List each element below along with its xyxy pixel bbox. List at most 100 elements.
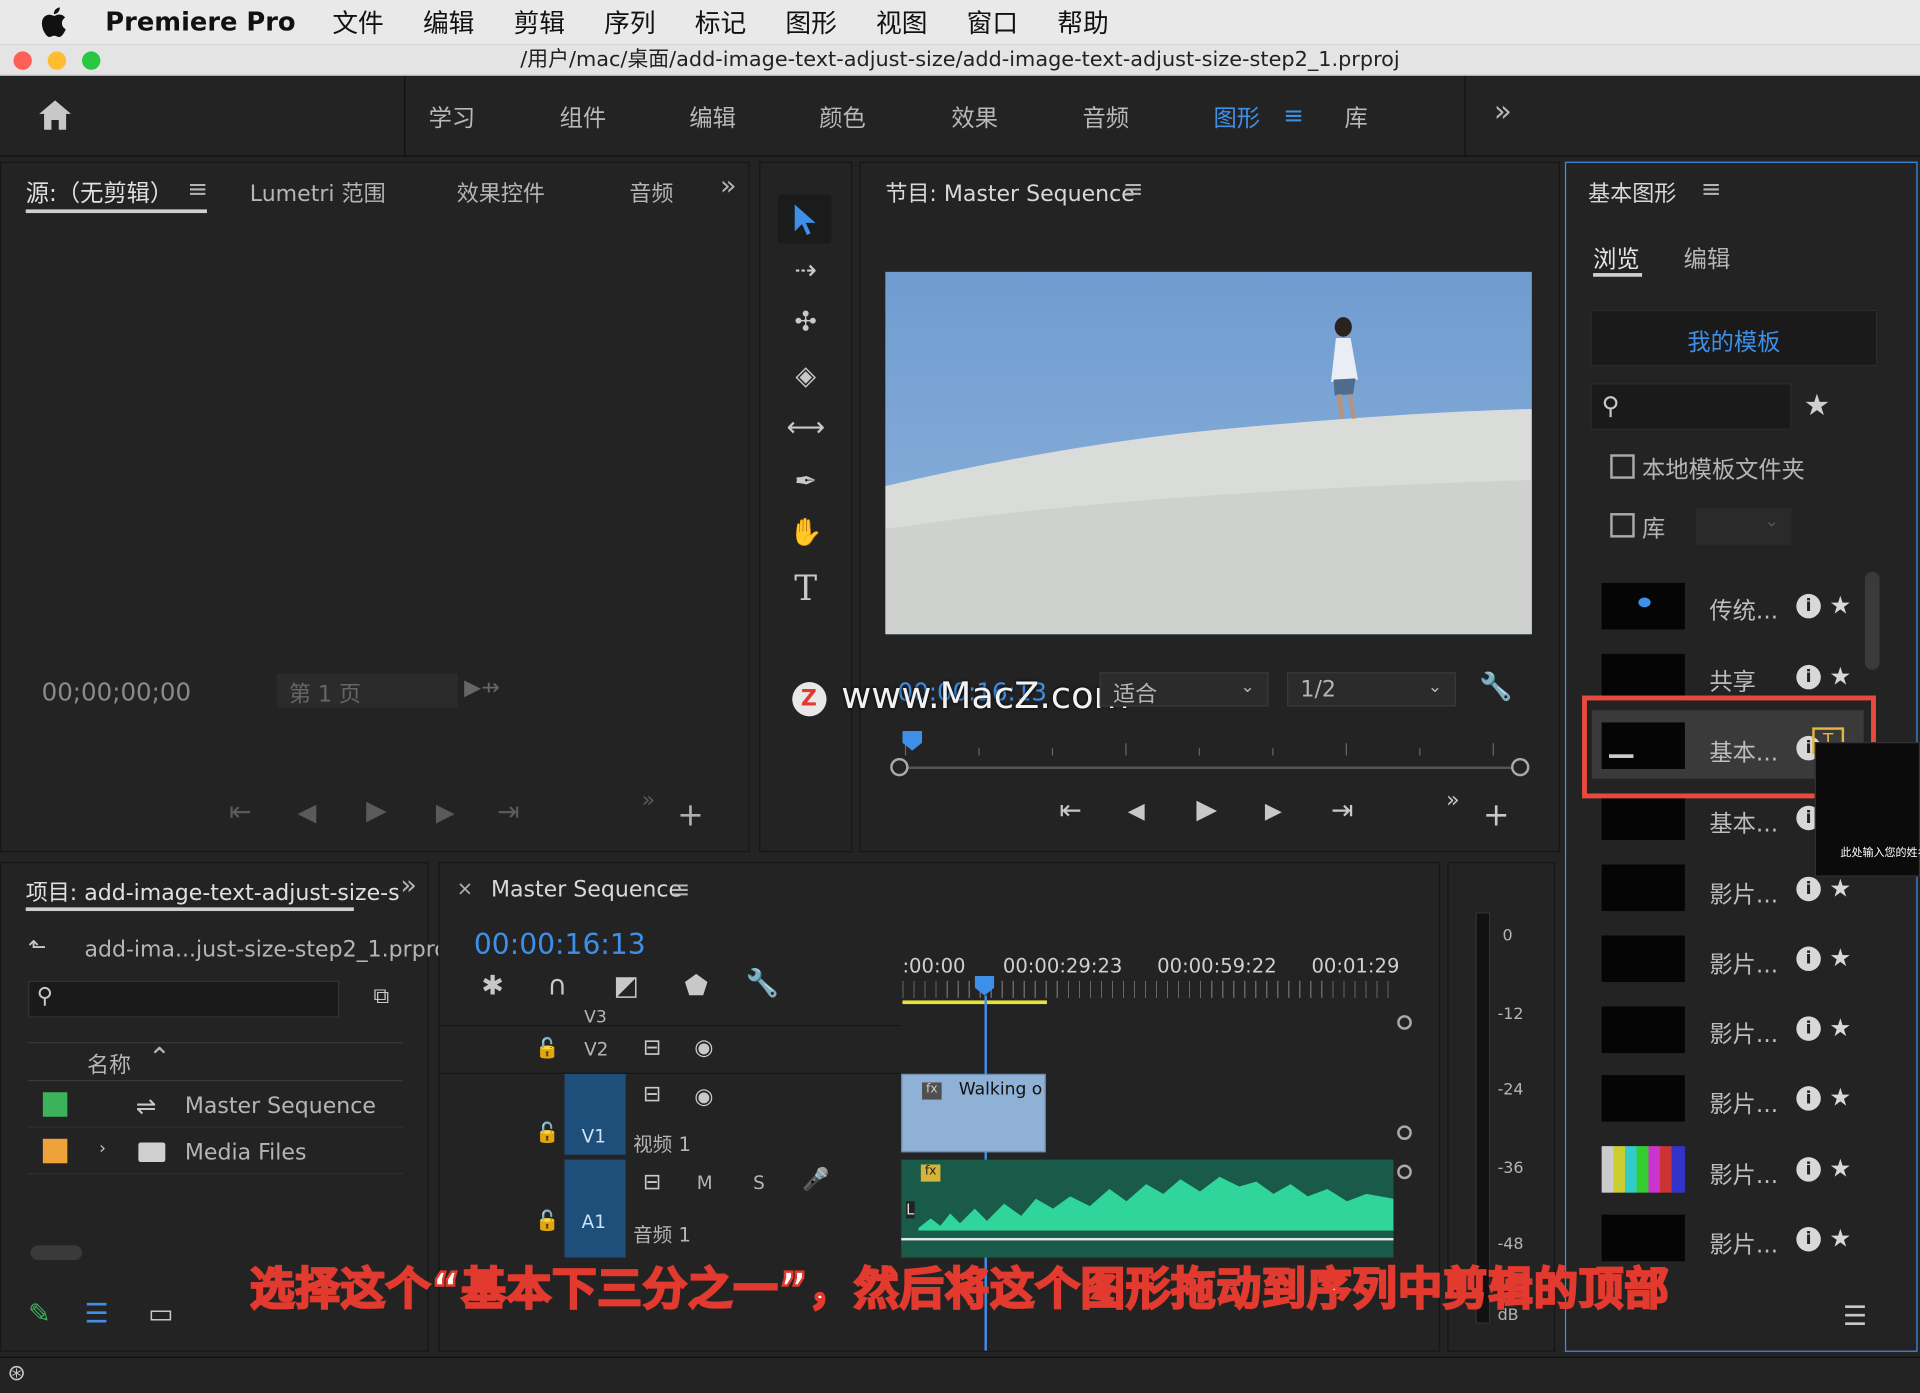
track-v1-target[interactable]: V1 [564, 1073, 626, 1155]
star-icon[interactable]: ★ [1829, 943, 1851, 972]
menu-edit[interactable]: 编辑 [423, 4, 474, 41]
source-shuttle-icon[interactable]: ⇸ [481, 677, 499, 699]
info-icon[interactable]: i [1796, 664, 1821, 690]
template-thumb[interactable] [1601, 864, 1685, 912]
star-icon[interactable]: ★ [1829, 661, 1851, 690]
track-v1-name[interactable]: 视频 1 [633, 1128, 691, 1157]
lock-icon[interactable]: 🔓 [535, 1038, 559, 1058]
star-icon[interactable]: ★ [1829, 1082, 1851, 1111]
workspace-overflow-button[interactable]: » [1494, 94, 1512, 128]
source-panel-menu-icon[interactable]: ≡ [187, 174, 208, 203]
mute-button[interactable]: M [697, 1172, 713, 1194]
info-icon[interactable]: i [1796, 876, 1821, 902]
nest-sequence-icon[interactable]: ✱ [481, 973, 504, 1000]
info-icon[interactable]: i [1796, 1157, 1821, 1182]
go-to-out-icon[interactable]: ⇥ [1331, 798, 1354, 825]
track-scroll-handle[interactable] [1397, 1125, 1412, 1141]
workspace-assembly[interactable]: 组件 [560, 100, 607, 133]
solo-button[interactable]: S [753, 1172, 765, 1194]
template-thumb[interactable] [1601, 1075, 1685, 1122]
library-select[interactable]: ⌄ [1695, 508, 1792, 545]
template-thumb[interactable] [1601, 935, 1685, 983]
microphone-icon[interactable]: 🎤 [802, 1169, 829, 1191]
track-scroll-handle[interactable] [1397, 1164, 1412, 1180]
tab-edit[interactable]: 编辑 [1684, 241, 1731, 274]
star-icon[interactable]: ★ [1829, 873, 1851, 902]
eye-icon[interactable]: ◉ [694, 1037, 713, 1059]
program-panel-menu-icon[interactable]: ≡ [1123, 174, 1144, 203]
workspace-editing[interactable]: 编辑 [689, 100, 736, 133]
work-area-bar[interactable] [902, 1000, 1047, 1005]
label-color-swatch[interactable] [42, 1092, 68, 1117]
razor-tool-icon[interactable]: ◈ [785, 363, 827, 391]
hand-tool-icon[interactable]: ✋ [785, 520, 827, 547]
source-add-button-icon[interactable]: + [677, 800, 704, 832]
timeline-menu-icon[interactable]: ≡ [670, 874, 691, 903]
ripple-edit-tool-icon[interactable]: ✣ [785, 309, 827, 337]
template-thumb[interactable] [1601, 653, 1685, 701]
close-tab-icon[interactable]: × [457, 877, 473, 900]
close-window-button[interactable] [13, 51, 32, 70]
panel-overflow-icon[interactable]: » [400, 871, 416, 902]
menu-help[interactable]: 帮助 [1057, 4, 1108, 41]
my-templates-button[interactable]: 我的模板 [1590, 309, 1878, 367]
program-more-buttons-icon[interactable]: » [1446, 789, 1459, 812]
info-icon[interactable]: i [1796, 946, 1821, 972]
home-icon[interactable] [37, 98, 74, 132]
fx-badge[interactable]: fx [922, 1082, 942, 1100]
menu-graphics[interactable]: 图形 [785, 4, 836, 41]
track-v2-label[interactable]: V2 [584, 1038, 608, 1060]
template-name[interactable]: 基本... [1709, 806, 1778, 839]
resolution-select[interactable]: 1/2 ⌄ [1286, 672, 1456, 707]
sort-ascending-icon[interactable]: ⌃ [148, 1043, 171, 1074]
essential-graphics-title[interactable]: 基本图形 [1588, 176, 1676, 208]
template-name[interactable]: 影片... [1709, 947, 1778, 980]
wrench-icon[interactable]: 🔧 [1479, 674, 1513, 702]
program-mini-ruler[interactable] [904, 738, 1517, 756]
template-name[interactable]: 传统... [1709, 593, 1778, 626]
track-a1-target[interactable]: A1 [564, 1159, 626, 1258]
info-icon[interactable]: i [1796, 593, 1821, 619]
fit-select[interactable]: 适合 ⌄ [1099, 672, 1269, 708]
track-a1-name[interactable]: 音频 1 [633, 1218, 691, 1247]
workspace-color[interactable]: 颜色 [819, 100, 866, 133]
step-back-icon[interactable]: ◀︎ [1128, 800, 1145, 823]
workspace-audio[interactable]: 音频 [1082, 100, 1129, 133]
timeline-settings-wrench-icon[interactable]: 🔧 [746, 970, 780, 998]
apple-logo-icon[interactable] [37, 5, 69, 39]
label-color-swatch[interactable] [42, 1138, 68, 1164]
track-select-tool-icon[interactable]: ⇢ [785, 258, 827, 285]
info-icon[interactable]: i [1796, 1226, 1821, 1252]
template-name[interactable]: 影片... [1709, 877, 1778, 910]
template-name[interactable]: 影片... [1709, 1157, 1778, 1190]
zoom-window-button[interactable] [82, 51, 101, 70]
source-go-to-in-icon[interactable]: ⇤ [229, 799, 252, 827]
tab-source[interactable]: 源:（无剪辑） [26, 175, 173, 208]
templates-scrollbar[interactable] [1864, 571, 1880, 670]
tab-audio[interactable]: 音频 [629, 176, 673, 208]
workspace-menu-icon[interactable]: ≡ [1283, 100, 1304, 129]
menu-window[interactable]: 窗口 [967, 4, 1018, 41]
program-add-button-icon[interactable]: + [1483, 800, 1510, 832]
star-icon[interactable]: ★ [1829, 1013, 1851, 1042]
project-search-input[interactable]: ⚲ [28, 980, 340, 1018]
minimize-window-button[interactable] [47, 51, 67, 70]
type-tool-icon[interactable]: T [785, 571, 827, 606]
page-select[interactable]: 第 1 页 [276, 673, 458, 708]
video-clip-walking[interactable]: fx Walking o [901, 1073, 1046, 1153]
go-to-in-icon[interactable]: ⇤ [1059, 798, 1082, 825]
menu-sequence[interactable]: 序列 [604, 4, 655, 41]
source-more-buttons-icon[interactable]: » [642, 789, 655, 812]
favorites-star-icon[interactable]: ★ [1804, 391, 1830, 420]
tab-browse[interactable]: 浏览 [1593, 241, 1640, 274]
menu-markers[interactable]: 标记 [695, 4, 746, 41]
info-icon[interactable]: i [1796, 1086, 1821, 1111]
selection-tool-icon[interactable] [792, 202, 819, 236]
menu-clip[interactable]: 剪辑 [514, 4, 565, 41]
play-icon[interactable]: ▶ [1196, 797, 1217, 824]
toggle-sync-lock-icon[interactable]: ⊟ [643, 1037, 661, 1059]
panel-overflow-icon[interactable]: » [720, 171, 736, 202]
info-icon[interactable]: i [1796, 1016, 1821, 1041]
project-item-media-files[interactable]: › Media Files [28, 1130, 403, 1175]
lock-icon[interactable]: 🔓 [535, 1122, 559, 1143]
